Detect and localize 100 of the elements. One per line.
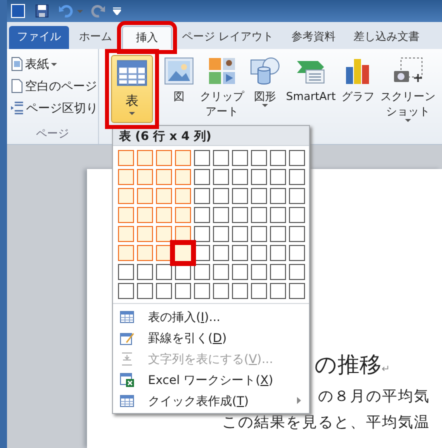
button-label: ショット [386,104,430,119]
table-grid-cell[interactable] [194,226,210,242]
table-grid-cell[interactable] [137,264,153,280]
table-grid-cell[interactable] [175,207,191,223]
table-grid-cell[interactable] [118,245,134,261]
table-grid-cell[interactable] [270,245,286,261]
table-grid-cell[interactable] [118,283,134,299]
table-grid-cell[interactable] [118,264,134,280]
table-grid-cell[interactable] [194,169,210,185]
table-grid-cell[interactable] [232,150,248,166]
table-grid-cell[interactable] [270,188,286,204]
table-grid-cell[interactable] [289,169,305,185]
table-grid-cell[interactable] [251,150,267,166]
button-label: グラフ [342,89,375,104]
ribbon-tab[interactable]: ページ レイアウト [174,26,282,49]
table-grid-cell[interactable] [137,169,153,185]
table-grid-cell[interactable] [175,150,191,166]
table-grid-cell[interactable] [156,188,172,204]
ribbon-button[interactable]: スクリーン ショット [380,55,437,122]
table-grid-cell[interactable] [251,188,267,204]
table-grid-cell[interactable] [194,283,210,299]
table-grid-cell[interactable] [289,188,305,204]
table-grid-cell[interactable] [194,207,210,223]
table-grid-cell[interactable] [118,169,134,185]
table-grid-cell[interactable] [137,283,153,299]
table-grid-cell[interactable] [251,226,267,242]
table-grid-cell[interactable] [175,188,191,204]
table-grid-cell[interactable] [270,264,286,280]
table-grid-cell[interactable] [232,245,248,261]
table-grid-cell[interactable] [118,226,134,242]
table-grid-cell[interactable] [137,207,153,223]
table-grid-cell[interactable] [232,207,248,223]
table-grid-cell[interactable] [289,264,305,280]
table-grid-cell[interactable] [213,169,229,185]
ribbon-button[interactable]: 図 [163,55,195,104]
ribbon-menu-item[interactable]: 空白のページ [11,77,98,95]
table-grid-cell[interactable] [213,150,229,166]
table-grid-cell[interactable] [156,264,172,280]
table-grid-cell[interactable] [270,283,286,299]
table-button[interactable]: 表 [105,49,159,129]
table-grid-cell[interactable] [213,226,229,242]
table-grid-cell[interactable] [270,169,286,185]
table-grid-cell[interactable] [137,188,153,204]
ribbon-button[interactable]: クリップ アート [199,55,245,119]
table-grid-cell[interactable] [270,150,286,166]
ribbon-button[interactable]: グラフ [340,55,376,104]
table-grid-cell[interactable] [137,245,153,261]
table-grid-cell[interactable] [213,207,229,223]
table-grid-cell[interactable] [232,264,248,280]
table-grid-cell[interactable] [156,207,172,223]
table-grid-cell[interactable] [251,283,267,299]
menu-item[interactable]: Excel ワークシート(X) [113,369,309,390]
table-grid-cell[interactable] [289,150,305,166]
table-grid-cell[interactable] [289,226,305,242]
table-grid-cell[interactable] [118,188,134,204]
menu-item[interactable]: クイック表作成(T) [113,390,309,411]
table-grid-cell[interactable] [170,240,196,266]
table-grid-cell[interactable] [156,226,172,242]
table-grid-cell[interactable] [175,169,191,185]
table-grid-cell[interactable] [289,207,305,223]
table-grid-cell[interactable] [232,226,248,242]
ribbon-tab[interactable]: 差し込み文書 [346,26,428,49]
shapes-icon [250,57,280,85]
table-grid-cell[interactable] [251,207,267,223]
ribbon-button[interactable]: 図形 [249,55,281,107]
file-tab[interactable]: ファイル [9,26,69,49]
table-grid-cell[interactable] [118,150,134,166]
table-grid-cell[interactable] [118,207,134,223]
ribbon-button[interactable]: SmartArt [285,55,337,104]
table-grid-cell[interactable] [213,188,229,204]
ribbon-menu-item[interactable]: 表紙 [11,55,98,73]
table-grid-cell[interactable] [156,283,172,299]
table-grid-cell[interactable] [251,264,267,280]
table-grid-cell[interactable] [213,283,229,299]
table-grid-cell[interactable] [270,207,286,223]
save-icon[interactable] [35,4,49,18]
table-grid-cell[interactable] [251,169,267,185]
table-grid-cell[interactable] [232,283,248,299]
table-grid-cell[interactable] [156,150,172,166]
ribbon-tab[interactable]: 参考資料 [284,26,344,49]
table-grid-cell[interactable] [194,188,210,204]
table-grid-cell[interactable] [213,245,229,261]
table-grid-cell[interactable] [232,169,248,185]
table-grid-cell[interactable] [289,283,305,299]
table-grid-cell[interactable] [137,150,153,166]
table-grid-cell[interactable] [289,245,305,261]
table-grid-cell[interactable] [251,245,267,261]
table-grid-cell[interactable] [213,264,229,280]
menu-item[interactable]: 表の挿入(I)... [113,306,309,327]
table-grid-cell[interactable] [194,150,210,166]
table-grid-cell[interactable] [232,188,248,204]
table-grid-cell[interactable] [175,283,191,299]
ribbon-tab[interactable]: ホーム [71,26,120,49]
table-grid-cell[interactable] [194,264,210,280]
table-grid-cell[interactable] [270,226,286,242]
table-grid-cell[interactable] [137,226,153,242]
ribbon-menu-item[interactable]: ページ区切り [11,99,98,117]
menu-item[interactable]: 罫線を引く(D) [113,327,309,348]
table-grid-cell[interactable] [156,169,172,185]
customize-caret-icon[interactable] [113,7,121,15]
